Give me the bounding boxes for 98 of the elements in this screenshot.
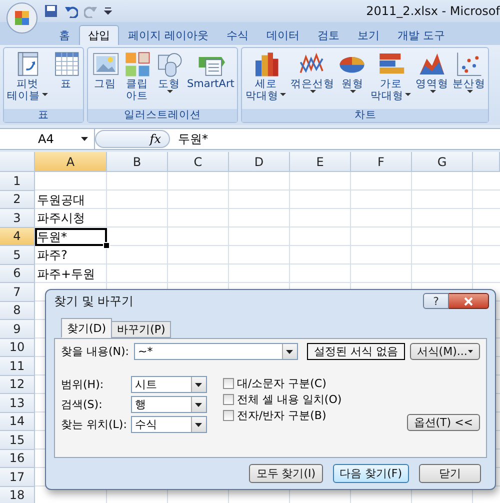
dropdown-arrow-icon[interactable] — [81, 137, 88, 141]
checkbox[interactable] — [222, 410, 234, 421]
customize-toolbar-icon[interactable] — [104, 6, 112, 16]
dropdown-field[interactable]: 수식 — [130, 416, 207, 433]
row-header[interactable]: 4 — [0, 228, 35, 246]
shapes-icon — [155, 50, 183, 78]
dialog-button[interactable]: 모두 찾기(I) — [249, 464, 323, 483]
close-icon — [464, 296, 473, 306]
field-label: 검색(S): — [61, 398, 104, 411]
row-header[interactable]: 13 — [0, 394, 35, 412]
ribbon-tab[interactable]: 홈 — [50, 25, 79, 45]
row-header[interactable]: 12 — [0, 376, 35, 394]
dropdown-arrow-icon[interactable] — [195, 402, 202, 406]
ribbon-tab[interactable]: 보기 — [348, 25, 388, 45]
checkbox[interactable] — [222, 394, 234, 405]
column-header[interactable]: A — [35, 152, 107, 172]
help-button[interactable]: ? — [423, 293, 449, 309]
row-header[interactable]: 5 — [0, 246, 35, 264]
column-header[interactable]: F — [351, 152, 412, 172]
row-header[interactable]: 17 — [0, 468, 35, 486]
close-button[interactable] — [449, 293, 489, 309]
format-button[interactable]: 서식(M)... — [410, 343, 480, 360]
row-header[interactable]: 11 — [0, 357, 35, 376]
row-header[interactable]: 18 — [0, 486, 35, 503]
insert-function-button[interactable]: fx — [150, 132, 161, 146]
ribbon-button[interactable]: 세로 막대형 — [243, 49, 288, 108]
ribbon-button[interactable]: 분산형 — [450, 49, 488, 108]
table-icon — [52, 50, 80, 78]
ribbon-button[interactable]: 원형 — [336, 49, 368, 108]
ribbon-tab[interactable]: 수식 — [218, 25, 258, 45]
ribbon-button[interactable]: SmartArt — [185, 49, 236, 108]
dropdown-arrow-icon[interactable] — [195, 382, 202, 386]
dropdown-field[interactable]: 시트 — [130, 376, 207, 393]
row-header[interactable]: 8 — [0, 302, 35, 320]
table-cell: 파주시청 — [37, 211, 85, 226]
row-header[interactable]: 2 — [0, 190, 35, 209]
ribbon-button[interactable]: 영역형 — [413, 49, 450, 108]
ribbon-tab[interactable]: 검토 — [308, 25, 348, 45]
table-cell: 두원공대 — [37, 192, 85, 207]
checkbox[interactable] — [222, 378, 234, 389]
row-header[interactable]: 10 — [0, 338, 35, 357]
ribbon-button[interactable]: 표 — [50, 49, 82, 108]
clip-art-icon — [123, 50, 151, 78]
table-cell: 두원* — [37, 230, 67, 244]
ribbon-button[interactable]: 도형 — [153, 49, 185, 108]
row-header[interactable]: 3 — [0, 209, 35, 228]
row-header[interactable]: 1 — [0, 172, 35, 190]
formula-field[interactable]: 두원* — [170, 132, 208, 146]
ribbon-button[interactable]: 그림 — [89, 49, 121, 108]
column-header[interactable]: C — [168, 152, 229, 172]
checkbox-label: 대/소문자 구분(C) — [236, 377, 326, 390]
dropdown-arrow-icon — [468, 350, 473, 353]
picture-icon — [91, 50, 119, 78]
dialog-button[interactable]: 닫기 — [419, 464, 481, 483]
group-label: 표 — [4, 109, 83, 122]
row-header[interactable]: 6 — [0, 264, 35, 283]
ribbon-tab[interactable]: 데이터 — [258, 25, 308, 45]
column-header[interactable]: E — [290, 152, 351, 172]
format-preview: 설정된 서식 없음 — [306, 343, 405, 360]
options-button[interactable]: 옵션(T) << — [406, 414, 480, 431]
cell-reference: A4 — [38, 132, 54, 146]
ribbon-button[interactable]: 가로 막대형 — [368, 49, 414, 108]
field-label: 범위(H): — [61, 378, 105, 391]
column-header[interactable]: D — [229, 152, 290, 172]
scatter-chart-icon — [454, 50, 483, 78]
checkbox-label: 전체 셀 내용 일치(O) — [236, 393, 342, 406]
dialog-tab[interactable]: 바꾸기(P) — [111, 321, 172, 338]
ribbon-button[interactable]: 피벗 테이블 — [5, 49, 50, 108]
row-header[interactable]: 7 — [0, 283, 35, 302]
table-cell: 파주? — [37, 248, 68, 262]
ribbon-button[interactable]: 클립 아트 — [121, 49, 153, 108]
column-header[interactable]: G — [412, 152, 473, 172]
group-label: 일러스트레이션 — [88, 109, 238, 122]
ribbon-tab[interactable]: 페이지 레이아웃 — [119, 25, 218, 45]
row-header[interactable]: 15 — [0, 431, 35, 450]
ribbon-button[interactable]: 꺾은선형 — [288, 49, 336, 108]
dropdown-arrow-icon[interactable] — [286, 350, 294, 354]
group-label: 차트 — [242, 109, 488, 122]
column-header[interactable]: B — [107, 152, 168, 172]
dialog-button[interactable]: 다음 찾기(F) — [332, 464, 409, 483]
row-header[interactable]: 16 — [0, 450, 35, 468]
field-label: 찾을 내용(N): — [61, 345, 130, 358]
dropdown-field[interactable]: 행 — [130, 396, 207, 413]
row-header[interactable]: 9 — [0, 320, 35, 338]
row-header[interactable]: 14 — [0, 412, 35, 431]
table-cell: 파주+두원 — [37, 266, 96, 281]
dialog-title: 찾기 및 바꾸기 — [54, 294, 134, 308]
window-title: 2011_2.xlsx - Microsof — [366, 4, 500, 18]
field-label: 찾는 위치(L): — [61, 418, 127, 431]
save-icon[interactable] — [44, 4, 58, 18]
name-box[interactable]: A4 — [0, 129, 95, 149]
ribbon-tab[interactable]: 삽입 — [79, 25, 119, 45]
find-field[interactable]: ~* — [134, 343, 298, 360]
dialog-tab[interactable]: 찾기(D) — [61, 318, 112, 338]
ribbon-tab[interactable]: 개발 도구 — [388, 25, 454, 45]
dropdown-arrow-icon[interactable] — [195, 422, 202, 426]
undo-icon[interactable] — [64, 4, 78, 18]
checkbox-label: 전자/반자 구분(B) — [236, 409, 326, 422]
